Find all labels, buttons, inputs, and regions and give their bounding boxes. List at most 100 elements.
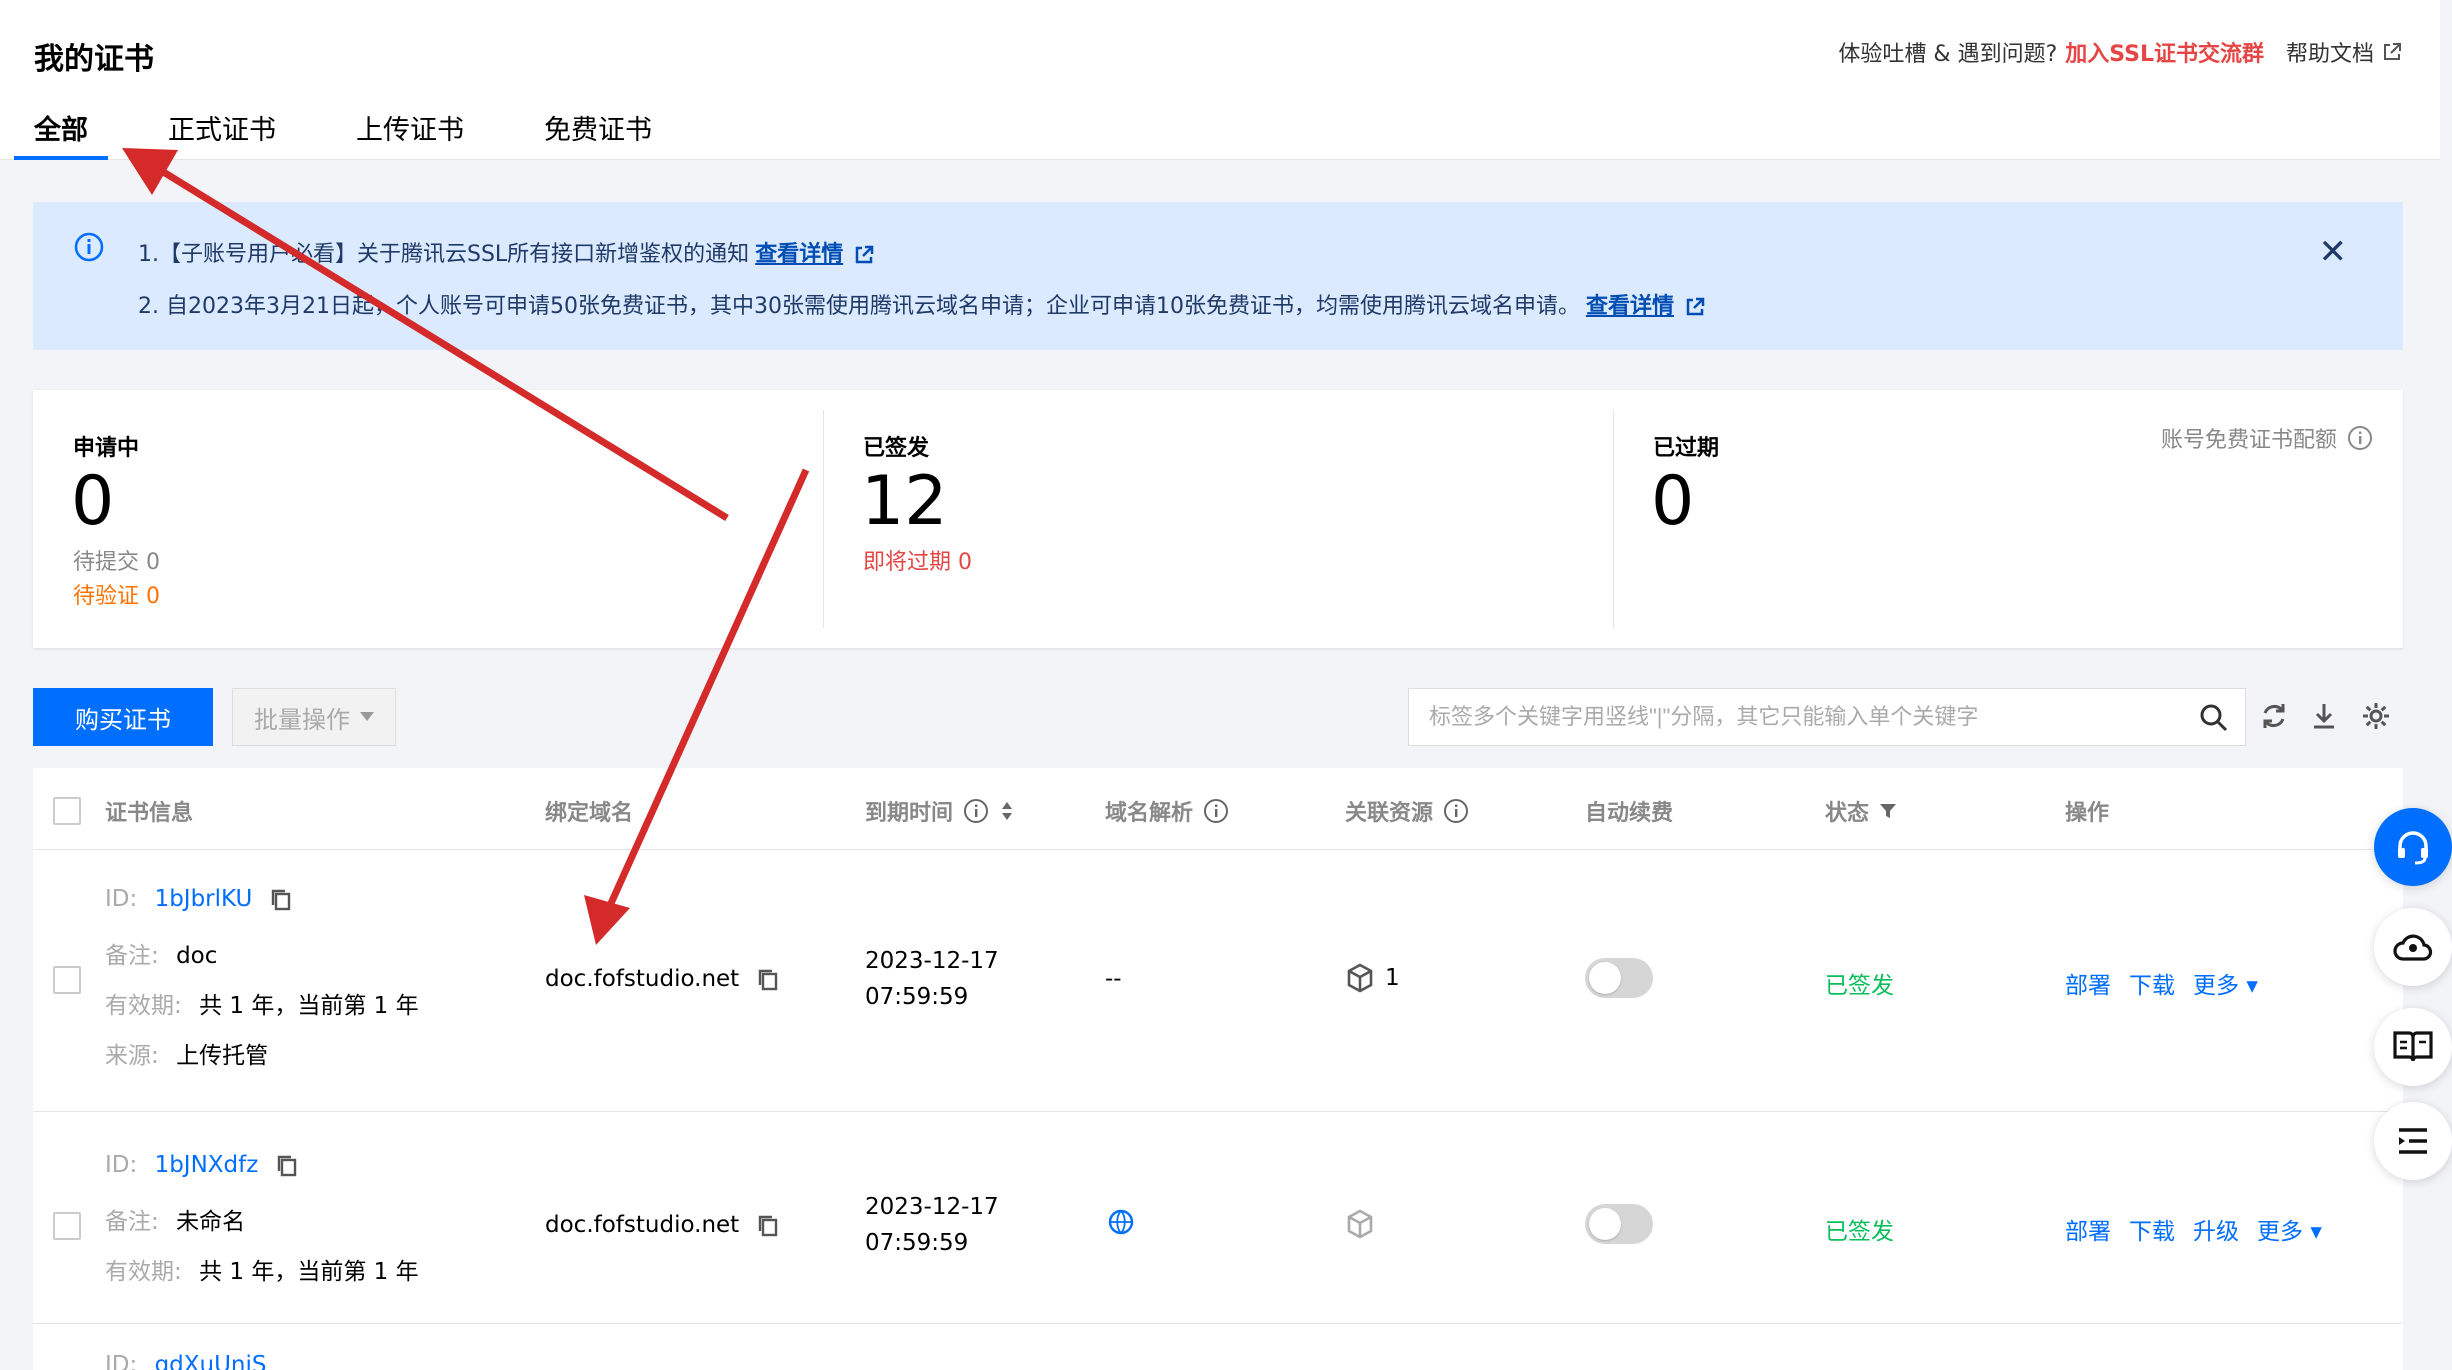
row-operations: 部署 下载 更多 ▾ <box>2065 966 2258 1000</box>
row-checkbox[interactable] <box>53 966 81 994</box>
page-title: 我的证书 <box>34 42 154 77</box>
stat-expired-value: 0 <box>1651 462 1695 541</box>
header-dns-label: 域名解析 <box>1105 801 1194 826</box>
header-domain: 绑定域名 <box>545 801 634 826</box>
certificate-table: 证书信息 绑定域名 到期时间 域名解析 关联资源 自动续费 状态 操作 ID: … <box>33 768 2403 1370</box>
info-icon <box>1204 799 1229 823</box>
close-icon[interactable]: ✕ <box>2319 232 2348 272</box>
free-quota[interactable]: 账号免费证书配额 <box>2161 422 2373 454</box>
cert-id-link[interactable]: 1bJNXdfz <box>155 1152 259 1178</box>
auto-renew-toggle[interactable] <box>1585 1204 1653 1244</box>
stat-issued-value: 12 <box>861 462 948 541</box>
search-icon[interactable] <box>2199 703 2229 733</box>
remark-value: doc <box>176 943 218 969</box>
copy-icon[interactable] <box>757 1214 779 1238</box>
external-link-icon <box>1686 297 1705 316</box>
row-checkbox[interactable] <box>53 1212 81 1240</box>
cert-remark: 备注: doc <box>105 936 217 970</box>
headset-icon <box>2398 831 2428 865</box>
cert-id-link[interactable]: gdXuUniS <box>155 1352 267 1370</box>
help-doc-link[interactable]: 帮助文档 <box>2286 36 2402 68</box>
deploy-link[interactable]: 部署 <box>2065 1212 2111 1246</box>
cert-remark: 备注: 未命名 <box>105 1202 245 1236</box>
notice-text-1: 1.【子账号用户必看】关于腾讯云SSL所有接口新增鉴权的通知 <box>138 242 750 267</box>
batch-label: 批量操作 <box>254 705 350 734</box>
header-status[interactable]: 状态 <box>1825 795 1897 827</box>
domain-value: doc.fofstudio.net <box>545 1212 740 1238</box>
tab-formal[interactable]: 正式证书 <box>168 108 276 160</box>
header-resources-label: 关联资源 <box>1345 801 1434 826</box>
stat-issued-title: 已签发 <box>863 436 930 461</box>
remark-label: 备注: <box>105 943 159 969</box>
batch-operation-button[interactable]: 批量操作 <box>232 688 396 746</box>
sort-icon[interactable] <box>999 800 1015 822</box>
header-ops: 操作 <box>2065 801 2110 826</box>
cube-icon[interactable] <box>1345 1208 1375 1240</box>
copy-icon[interactable] <box>276 1154 298 1178</box>
join-group-link[interactable]: 加入SSL证书交流群 <box>2065 36 2264 68</box>
cube-icon <box>1347 963 1373 993</box>
external-link-icon <box>855 245 874 264</box>
upgrade-link[interactable]: 升级 <box>2193 1212 2239 1246</box>
row-operations: 部署 下载 升级 更多 ▾ <box>2065 1212 2322 1246</box>
notice-detail-link-1[interactable]: 查看详情 <box>755 242 843 267</box>
search-input[interactable] <box>1409 689 2169 745</box>
list-icon <box>2399 1128 2427 1154</box>
buy-certificate-button[interactable]: 购买证书 <box>33 688 213 746</box>
external-link-icon <box>2384 43 2401 60</box>
tab-bar: 全部 正式证书 上传证书 免费证书 <box>14 108 732 160</box>
pending-submit[interactable]: 待提交 0 <box>73 544 160 576</box>
more-label: 更多 <box>2257 1219 2303 1245</box>
expire-time: 07:59:59 <box>865 984 969 1010</box>
notice-detail-link-2[interactable]: 查看详情 <box>1586 294 1674 319</box>
source-label: 来源: <box>105 1043 159 1069</box>
status-badge: 已签发 <box>1825 973 1894 999</box>
expire-time: 07:59:59 <box>865 1230 969 1256</box>
table-row: ID: 1bJNXdfz 备注: 未命名 有效期: 共 1 年，当前第 1 年 … <box>33 1112 2403 1324</box>
header-cert-info-label: 证书信息 <box>105 801 194 826</box>
cert-id-link[interactable]: 1bJbrlKU <box>155 886 253 912</box>
download-link[interactable]: 下载 <box>2129 966 2175 1000</box>
menu-float-button[interactable] <box>2374 1102 2452 1180</box>
stat-issued[interactable]: 已签发 12 即将过期 0 <box>823 390 1613 648</box>
header-expire[interactable]: 到期时间 <box>865 795 1015 827</box>
deploy-link[interactable]: 部署 <box>2065 966 2111 1000</box>
dns-icon[interactable] <box>1107 1208 1135 1236</box>
validity-value: 共 1 年，当前第 1 年 <box>199 993 419 1019</box>
caret-down-icon: ▾ <box>2246 973 2258 999</box>
table-header: 证书信息 绑定域名 到期时间 域名解析 关联资源 自动续费 状态 操作 <box>33 768 2403 850</box>
header-expire-label: 到期时间 <box>865 801 954 826</box>
docs-button[interactable] <box>2374 1008 2452 1086</box>
gear-icon[interactable] <box>2360 700 2392 732</box>
free-quota-label: 账号免费证书配额 <box>2160 428 2337 453</box>
pending-verify[interactable]: 待验证 0 <box>73 578 160 610</box>
copy-icon[interactable] <box>757 968 779 992</box>
stat-applying[interactable]: 申请中 0 待提交 0 待验证 0 <box>33 390 823 648</box>
tab-all[interactable]: 全部 <box>14 108 108 160</box>
select-all-checkbox[interactable] <box>53 797 81 825</box>
cert-source: 来源: 上传托管 <box>105 1036 268 1070</box>
header-cert-info: 证书信息 <box>53 795 193 827</box>
more-dropdown[interactable]: 更多 ▾ <box>2257 1212 2322 1246</box>
stat-applying-value: 0 <box>71 462 115 541</box>
auto-renew-toggle[interactable] <box>1585 958 1653 998</box>
feedback-link[interactable]: 体验吐槽 & 遇到问题? <box>1838 36 2057 68</box>
bound-domain: doc.fofstudio.net <box>545 966 779 992</box>
cloud-assistant-button[interactable] <box>2374 908 2452 986</box>
download-link[interactable]: 下载 <box>2129 1212 2175 1246</box>
header-links: 体验吐槽 & 遇到问题? 加入SSL证书交流群 帮助文档 <box>1838 36 2402 68</box>
help-doc-label: 帮助文档 <box>2285 42 2374 67</box>
refresh-icon[interactable] <box>2258 700 2290 732</box>
filter-icon[interactable] <box>1879 802 1897 820</box>
copy-icon[interactable] <box>270 888 292 912</box>
stat-applying-title: 申请中 <box>73 436 140 461</box>
related-resources[interactable]: 1 <box>1345 962 1400 994</box>
support-float-button[interactable] <box>2374 808 2452 886</box>
expiring-soon[interactable]: 即将过期 0 <box>863 544 972 576</box>
more-dropdown[interactable]: 更多 ▾ <box>2193 966 2258 1000</box>
tab-uploaded[interactable]: 上传证书 <box>356 108 464 160</box>
tab-free[interactable]: 免费证书 <box>544 108 652 160</box>
stat-expired-title: 已过期 <box>1653 436 1720 461</box>
stats-panel: 申请中 0 待提交 0 待验证 0 已签发 12 即将过期 0 已过期 0 账号… <box>33 390 2403 648</box>
download-icon[interactable] <box>2308 700 2340 732</box>
